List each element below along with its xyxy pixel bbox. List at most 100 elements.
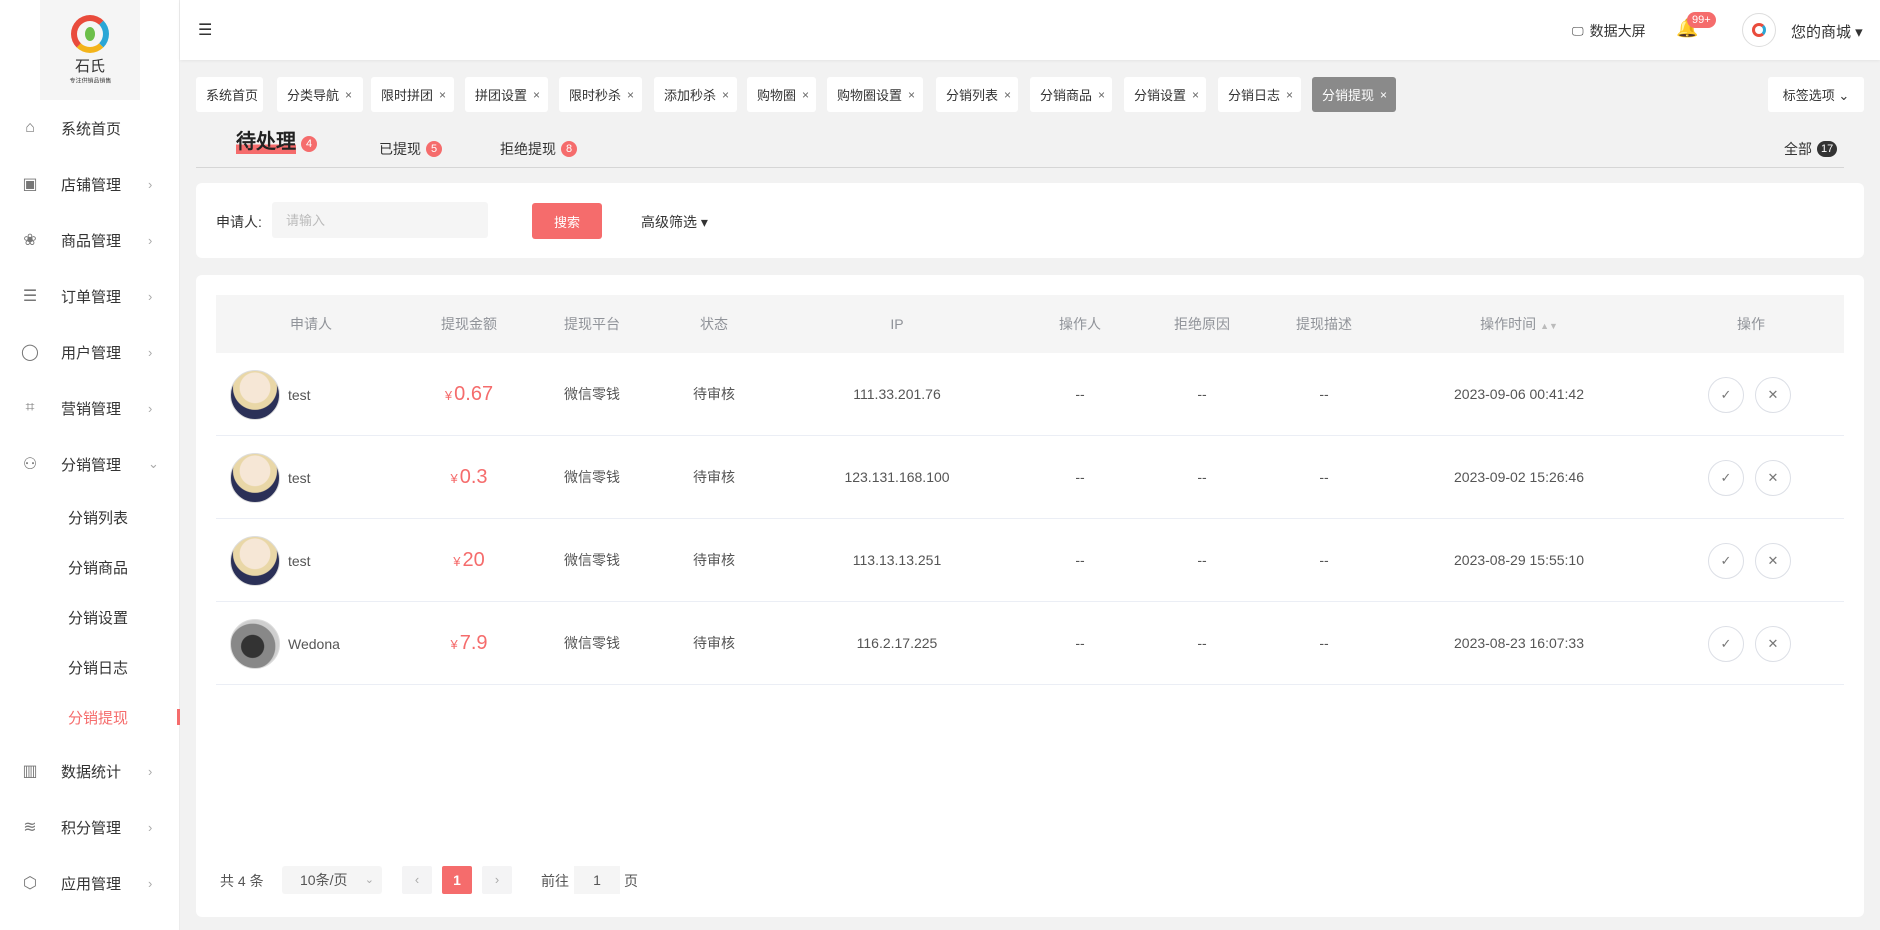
goto-label: 前往 (541, 873, 569, 889)
reason-cell: -- (1197, 469, 1207, 485)
close-icon[interactable]: × (908, 88, 915, 102)
chevron-right-icon: › (148, 819, 153, 835)
tab-group-settings[interactable]: 拼团设置 × (465, 77, 548, 112)
shop-logo-icon (1752, 23, 1766, 37)
tab-shopping-circle[interactable]: 购物圈 × (747, 77, 816, 112)
close-icon[interactable]: × (627, 88, 634, 102)
reject-button[interactable]: ✕ (1755, 377, 1791, 413)
reject-button[interactable]: ✕ (1755, 543, 1791, 579)
currency-symbol: ¥ (453, 554, 461, 569)
status-tab-label: 全部 (1784, 141, 1812, 157)
sidebar-item-home[interactable]: ⌂ 系统首页 (0, 100, 180, 156)
sidebar-item-store[interactable]: ▣ 店铺管理 › (0, 156, 180, 212)
tab-distribution-withdraw[interactable]: 分销提现 × (1312, 77, 1396, 112)
sidebar-subitem-distribution-log[interactable]: 分销日志 (0, 642, 180, 692)
shop-menu[interactable]: 您的商城 ▾ (1791, 21, 1863, 42)
close-icon[interactable]: × (1286, 88, 1293, 102)
currency-symbol: ¥ (450, 637, 458, 652)
close-icon[interactable]: × (722, 88, 729, 102)
table-row: test ¥0.67 微信零钱 待审核 111.33.201.76 -- -- … (216, 353, 1844, 436)
next-page-button[interactable]: › (482, 866, 512, 894)
sidebar-item-orders[interactable]: ☰ 订单管理 › (0, 268, 180, 324)
status-tab-rejected[interactable]: 拒绝提现 8 (500, 139, 577, 177)
amount-cell: ¥7.9 (450, 602, 487, 685)
tab-distribution-list[interactable]: 分销列表 × (936, 77, 1018, 112)
close-icon[interactable]: × (439, 88, 446, 102)
close-icon[interactable]: × (802, 88, 809, 102)
sidebar-item-users[interactable]: ◯ 用户管理 › (0, 324, 180, 380)
sidebar-subitem-distribution-withdraw[interactable]: 分销提现 (0, 692, 180, 742)
tab-flash-sale[interactable]: 限时秒杀 × (559, 77, 642, 112)
close-icon[interactable]: × (1004, 88, 1011, 102)
table-row: test ¥0.3 微信零钱 待审核 123.131.168.100 -- --… (216, 436, 1844, 519)
sidebar-subitem-distribution-goods[interactable]: 分销商品 (0, 542, 180, 592)
time-cell: 2023-08-23 16:07:33 (1454, 635, 1584, 651)
table-header: 申请人 提现金额 提现平台 状态 IP 操作人 拒绝原因 提现描述 操作时间 ▲▼… (216, 295, 1844, 353)
status-tab-all[interactable]: 全部 17 (1784, 139, 1838, 177)
applicant-name: test (288, 553, 311, 569)
tab-group-buy[interactable]: 限时拼团 × (371, 77, 454, 112)
menu-toggle-icon[interactable]: ☰ (198, 20, 212, 40)
sidebar-subitem-distribution-list[interactable]: 分销列表 (0, 492, 180, 542)
tab-home[interactable]: 系统首页 (196, 77, 263, 112)
tab-category-nav[interactable]: 分类导航 × (277, 77, 363, 112)
goto-page-input[interactable] (574, 866, 620, 894)
close-icon[interactable]: × (1192, 88, 1199, 102)
approve-button[interactable]: ✓ (1708, 460, 1744, 496)
sidebar-item-label: 积分管理 (61, 819, 122, 837)
close-icon[interactable]: × (1098, 88, 1105, 102)
sidebar-item-goods[interactable]: ❀ 商品管理 › (0, 212, 180, 268)
big-screen-button[interactable]: 🖵 数据大屏 (1572, 21, 1646, 41)
reject-button[interactable]: ✕ (1755, 626, 1791, 662)
search-button[interactable]: 搜索 (532, 203, 602, 239)
sidebar-item-distribution[interactable]: ⚇ 分销管理 ⌄ (0, 436, 180, 492)
close-icon[interactable]: × (1380, 88, 1387, 102)
amount-value: 20 (462, 549, 485, 571)
page-size-select[interactable]: 10条/页 ⌄ (282, 866, 382, 894)
tab-distribution-settings[interactable]: 分销设置 × (1124, 77, 1206, 112)
applicant-name: test (288, 470, 311, 486)
sidebar-item-points[interactable]: ≋ 积分管理 › (0, 799, 180, 855)
count-badge: 4 (301, 136, 317, 152)
approve-button[interactable]: ✓ (1708, 377, 1744, 413)
tab-label: 限时拼团 (381, 88, 434, 103)
chevron-right-icon: › (148, 875, 153, 891)
advanced-filter-toggle[interactable]: 高级筛选 ▾ (641, 212, 708, 232)
close-icon[interactable]: × (533, 88, 540, 102)
sidebar: 石氏 专注供销品销售 ⌂ 系统首页 ▣ 店铺管理 › ❀ 商品管理 › ☰ 订单… (0, 0, 180, 930)
tab-distribution-goods[interactable]: 分销商品 × (1030, 77, 1112, 112)
sidebar-subitem-distribution-settings[interactable]: 分销设置 (0, 592, 180, 642)
tab-shopping-circle-settings[interactable]: 购物圈设置 × (827, 77, 923, 112)
sidebar-item-marketing[interactable]: ⌗ 营销管理 › (0, 380, 180, 436)
tab-options-dropdown[interactable]: 标签选项 ⌄ (1768, 77, 1864, 112)
sidebar-item-apps[interactable]: ⬡ 应用管理 › (0, 855, 180, 911)
sidebar-item-statistics[interactable]: ▥ 数据统计 › (0, 743, 180, 799)
prev-page-button[interactable]: ‹ (402, 866, 432, 894)
amount-cell: ¥0.3 (450, 436, 487, 519)
page-number-current[interactable]: 1 (442, 866, 472, 894)
applicant-input[interactable] (272, 202, 488, 238)
table-row: Wedona ¥7.9 微信零钱 待审核 116.2.17.225 -- -- … (216, 602, 1844, 685)
tab-distribution-log[interactable]: 分销日志 × (1218, 77, 1301, 112)
status-tab-pending[interactable]: 待处理 4 (236, 130, 317, 168)
tab-label: 分类导航 (287, 88, 340, 103)
close-icon[interactable]: × (345, 88, 352, 102)
sidebar-subitem-label: 分销列表 (68, 509, 129, 527)
tab-add-flash-sale[interactable]: 添加秒杀 × (654, 77, 737, 112)
applicant-cell: test (230, 452, 311, 504)
monitor-icon: 🖵 (1572, 23, 1584, 38)
sort-icon[interactable]: ▲▼ (1540, 321, 1558, 331)
chevron-right-icon: › (148, 288, 153, 304)
logo[interactable]: 石氏 专注供销品销售 (40, 0, 140, 100)
time-cell: 2023-09-02 15:26:46 (1454, 469, 1584, 485)
status-tab-withdrawn[interactable]: 已提现 5 (379, 139, 442, 177)
approve-button[interactable]: ✓ (1708, 543, 1744, 579)
approve-button[interactable]: ✓ (1708, 626, 1744, 662)
column-header-sortable[interactable]: 操作时间 ▲▼ (1480, 295, 1558, 353)
platform-cell: 微信零钱 (564, 552, 620, 568)
home-icon: ⌂ (25, 119, 35, 136)
applicant-cell: test (230, 369, 311, 421)
reject-button[interactable]: ✕ (1755, 460, 1791, 496)
column-header: 操作人 (1059, 316, 1101, 332)
shop-avatar[interactable] (1742, 13, 1776, 47)
